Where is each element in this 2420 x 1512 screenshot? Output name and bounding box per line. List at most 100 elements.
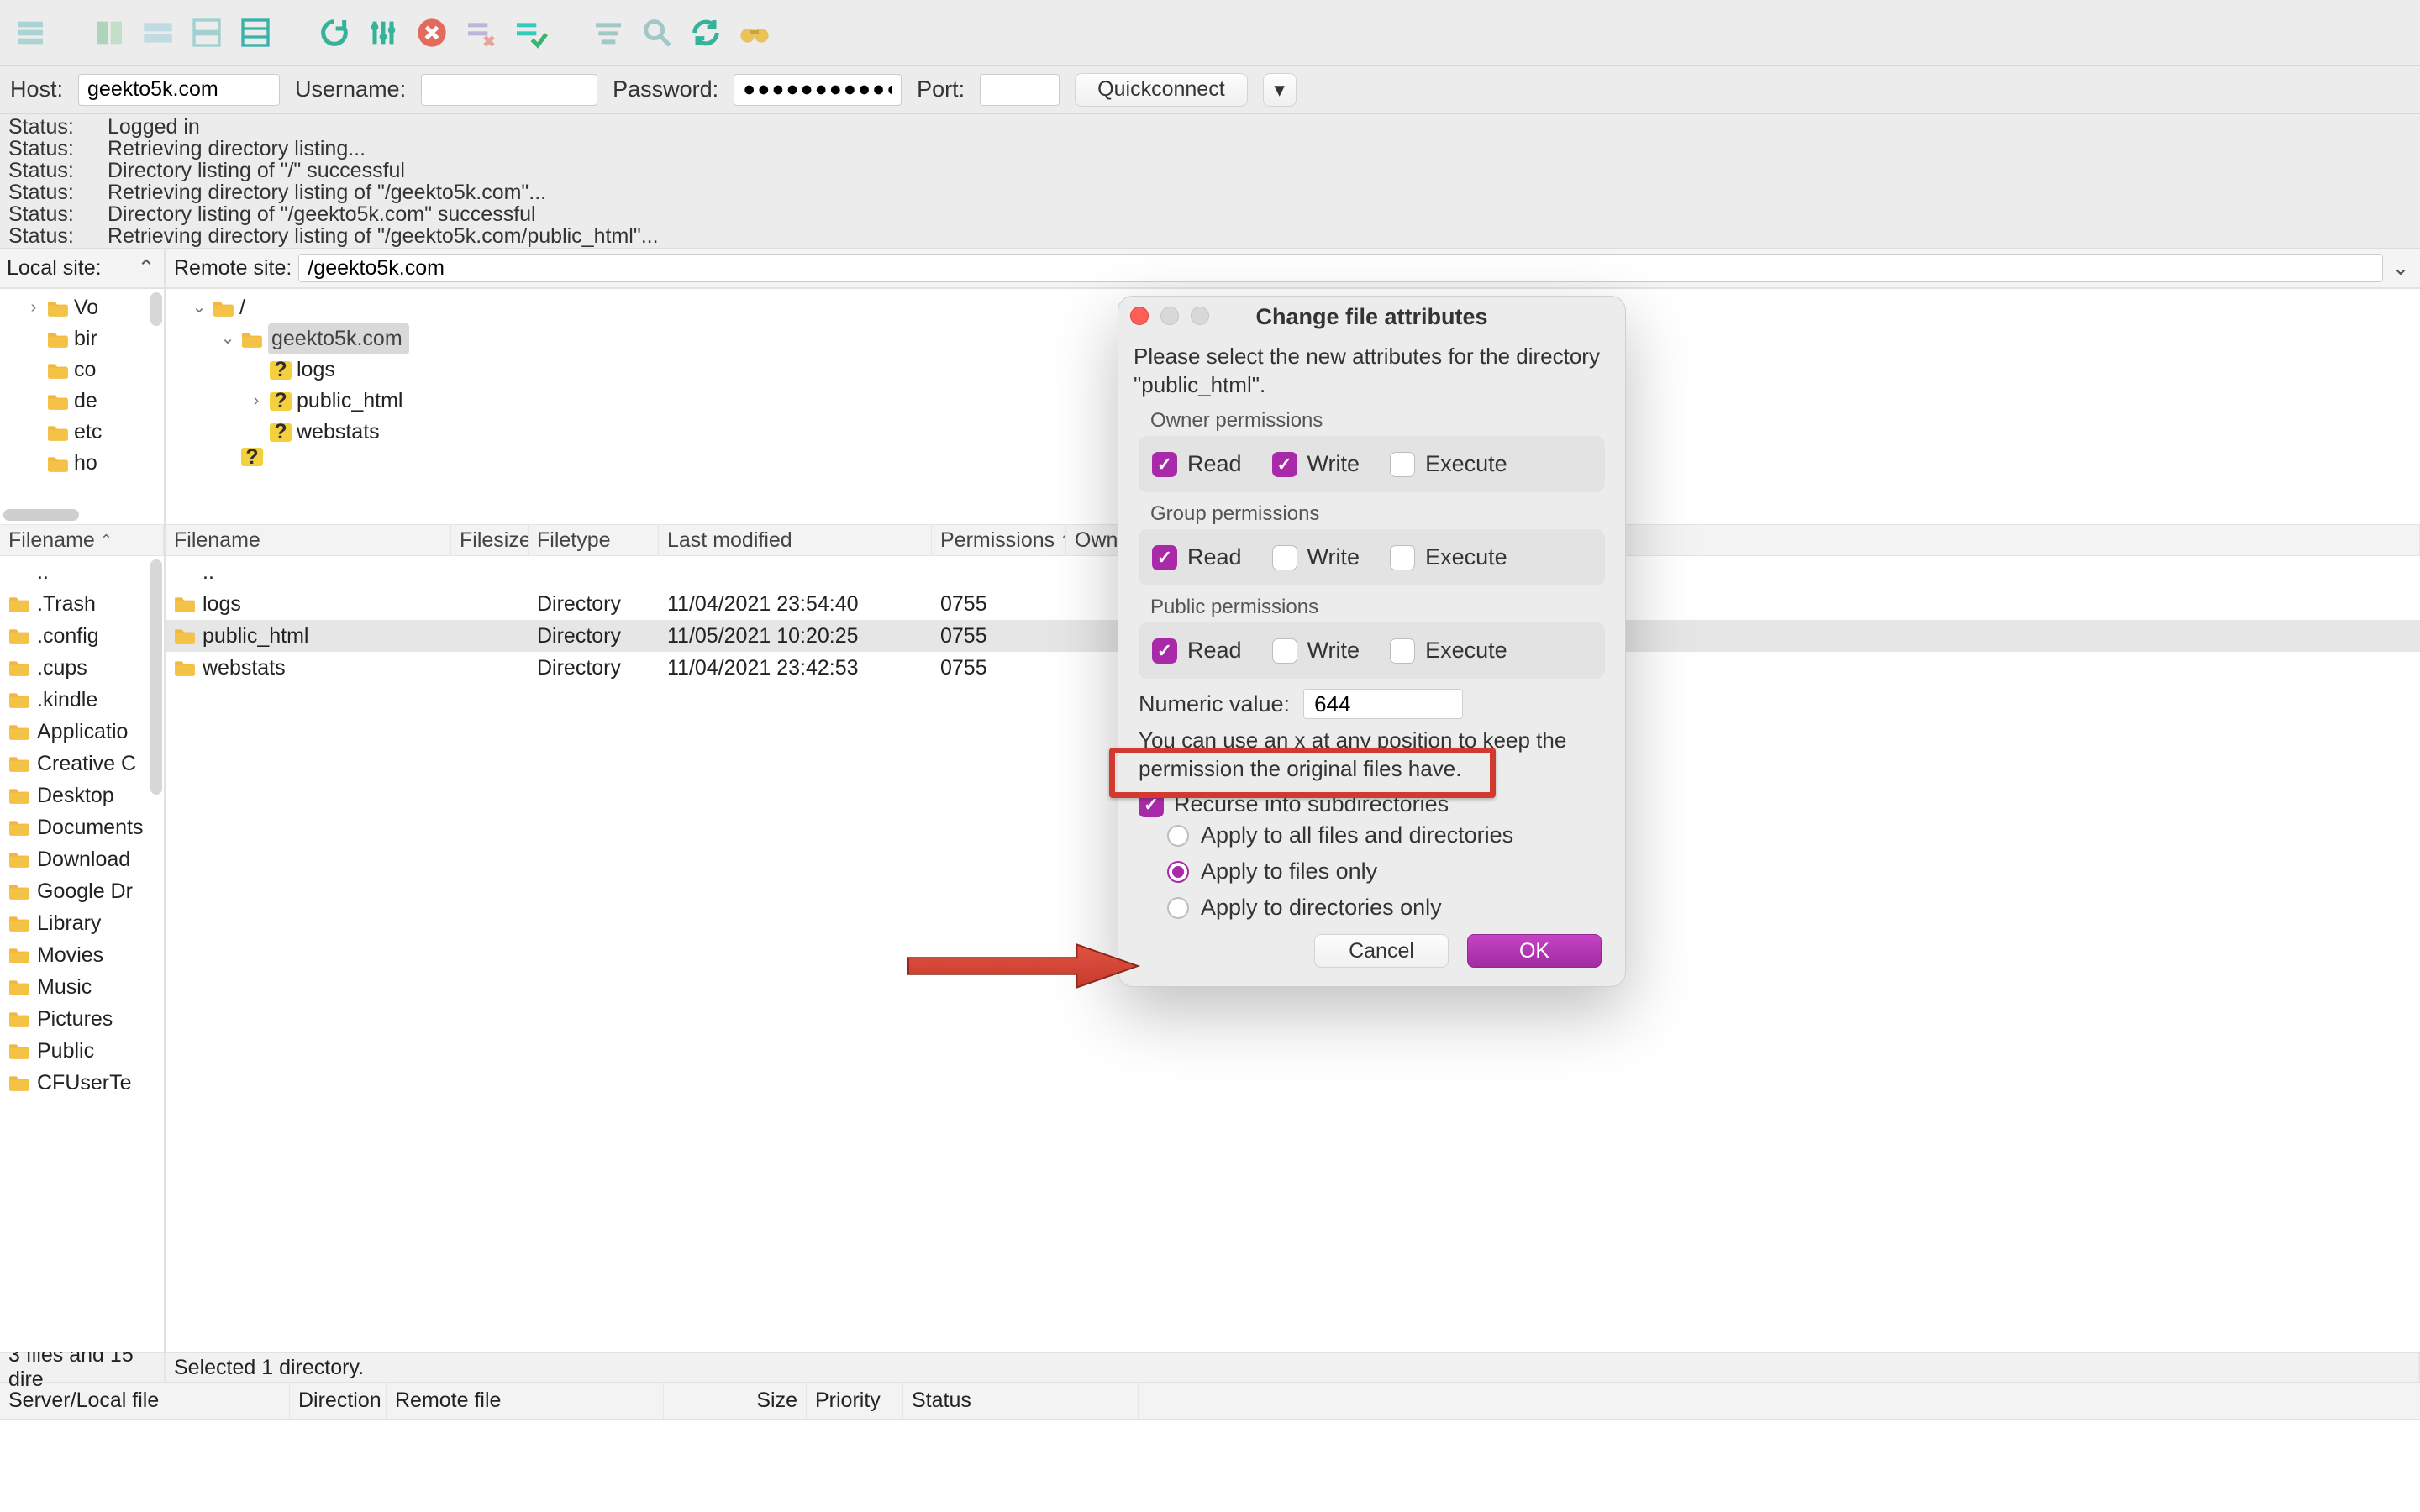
toggle-tree-icon[interactable] (234, 11, 277, 55)
list-item[interactable]: .cups (0, 652, 164, 684)
clear-ok-icon[interactable] (508, 11, 551, 55)
quickconnect-button[interactable]: Quickconnect (1075, 73, 1247, 107)
radio-all[interactable]: Apply to all files and directories (1167, 822, 1605, 848)
list-item[interactable]: Google Dr (0, 875, 164, 907)
tree-item[interactable]: bir (5, 323, 164, 354)
col-priority[interactable]: Priority (807, 1383, 903, 1419)
local-site-dropdown[interactable]: ⌃ (135, 257, 157, 279)
folder-icon (47, 330, 69, 349)
public-execute-checkbox[interactable]: Execute (1390, 638, 1507, 664)
list-item[interactable]: .config (0, 620, 164, 652)
tree-item[interactable]: co (5, 354, 164, 386)
list-item[interactable]: Movies (0, 939, 164, 971)
log-label: Status: (8, 203, 84, 225)
col-filesize[interactable]: Filesize (451, 525, 529, 555)
folder-icon (8, 754, 30, 773)
clear-failed-icon[interactable] (459, 11, 502, 55)
public-read-checkbox[interactable]: Read (1152, 638, 1242, 664)
col-lastmod[interactable]: Last modified (659, 525, 932, 555)
list-item[interactable]: Creative C (0, 748, 164, 780)
compare-icon[interactable] (87, 11, 131, 55)
list-item[interactable]: Library (0, 907, 164, 939)
radio-dirs-only[interactable]: Apply to directories only (1167, 895, 1605, 921)
dialog-title: Change file attributes (1255, 304, 1487, 330)
col-direction[interactable]: Direction (290, 1383, 387, 1419)
tree-item[interactable]: de (5, 386, 164, 417)
owner-write-checkbox[interactable]: Write (1272, 451, 1360, 477)
numeric-value-input[interactable] (1303, 689, 1463, 719)
toggle-log-icon[interactable] (185, 11, 229, 55)
left-pane: ›Vobircodeetcho Filename ⌃ ...Trash.conf… (0, 289, 166, 1352)
ok-button[interactable]: OK (1467, 934, 1602, 968)
scrollbar[interactable] (150, 559, 162, 795)
password-input[interactable] (734, 74, 902, 106)
log-label: Status: (8, 181, 84, 203)
log-message: Retrieving directory listing... (108, 138, 366, 160)
cancel-button[interactable]: Cancel (1314, 934, 1449, 968)
owner-read-checkbox[interactable]: Read (1152, 451, 1242, 477)
folder-icon (8, 1010, 30, 1028)
list-item[interactable]: .. (0, 556, 164, 588)
queue-body (0, 1420, 2420, 1512)
owner-execute-checkbox[interactable]: Execute (1390, 451, 1507, 477)
remote-site-dropdown[interactable]: ⌄ (2390, 257, 2412, 279)
folder-icon (8, 659, 30, 677)
remote-site-input[interactable] (298, 254, 2383, 282)
owner-permissions-label: Owner permissions (1150, 409, 1610, 433)
settings-icon[interactable] (361, 11, 405, 55)
group-read-checkbox[interactable]: Read (1152, 544, 1242, 570)
dialog-instruction: Please select the new attributes for the… (1134, 342, 1610, 399)
scrollbar[interactable] (3, 509, 79, 521)
refresh-icon[interactable] (313, 11, 356, 55)
col-filename[interactable]: Filename (166, 525, 451, 555)
search-icon[interactable] (635, 11, 679, 55)
sort-caret-icon: ⌃ (1060, 532, 1066, 549)
list-item[interactable]: Pictures (0, 1003, 164, 1035)
public-permissions: Read Write Execute (1139, 622, 1605, 679)
folder-icon (8, 882, 30, 900)
close-icon[interactable] (1130, 307, 1149, 325)
list-item[interactable]: Music (0, 971, 164, 1003)
log-message: Retrieving directory listing of "/geekto… (108, 181, 546, 203)
owner-permissions: Read Write Execute (1139, 436, 1605, 492)
log-label: Status: (8, 160, 84, 181)
binoculars-icon[interactable] (733, 11, 776, 55)
sync-icon[interactable] (136, 11, 180, 55)
group-write-checkbox[interactable]: Write (1272, 544, 1360, 570)
list-item[interactable]: Desktop (0, 780, 164, 811)
host-input[interactable] (78, 74, 280, 106)
scrollbar[interactable] (150, 292, 162, 326)
tree-item[interactable]: etc (5, 417, 164, 448)
folder-icon (47, 392, 69, 411)
list-item[interactable]: .kindle (0, 684, 164, 716)
list-item[interactable]: .Trash (0, 588, 164, 620)
list-item[interactable]: Download (0, 843, 164, 875)
list-item[interactable]: Documents (0, 811, 164, 843)
list-item[interactable]: Public (0, 1035, 164, 1067)
col-filename[interactable]: Filename ⌃ (0, 525, 164, 555)
filter-icon[interactable] (587, 11, 630, 55)
site-manager-icon[interactable] (8, 11, 52, 55)
group-execute-checkbox[interactable]: Execute (1390, 544, 1507, 570)
public-write-checkbox[interactable]: Write (1272, 638, 1360, 664)
cancel-icon[interactable] (410, 11, 454, 55)
local-list-header: Filename ⌃ (0, 524, 164, 556)
col-permissions[interactable]: Permissions ⌃ (932, 525, 1066, 555)
local-tree[interactable]: ›Vobircodeetcho (0, 289, 164, 482)
list-item[interactable]: Applicatio (0, 716, 164, 748)
quickconnect-dropdown[interactable]: ▾ (1263, 73, 1297, 107)
col-size[interactable]: Size (664, 1383, 807, 1419)
log-message: Logged in (108, 116, 200, 138)
col-remotefile[interactable]: Remote file (387, 1383, 664, 1419)
col-status[interactable]: Status (903, 1383, 1139, 1419)
username-input[interactable] (421, 74, 597, 106)
col-filetype[interactable]: Filetype (529, 525, 659, 555)
local-listing[interactable]: ...Trash.config.cups.kindleApplicatioCre… (0, 556, 164, 1352)
col-serverlocal[interactable]: Server/Local file (0, 1383, 290, 1419)
list-item[interactable]: CFUserTe (0, 1067, 164, 1099)
tree-item[interactable]: ho (5, 448, 164, 479)
port-input[interactable] (980, 74, 1060, 106)
radio-files-only[interactable]: Apply to files only (1167, 858, 1605, 885)
tree-item[interactable]: ›Vo (5, 292, 164, 323)
reconnect-icon[interactable] (684, 11, 728, 55)
